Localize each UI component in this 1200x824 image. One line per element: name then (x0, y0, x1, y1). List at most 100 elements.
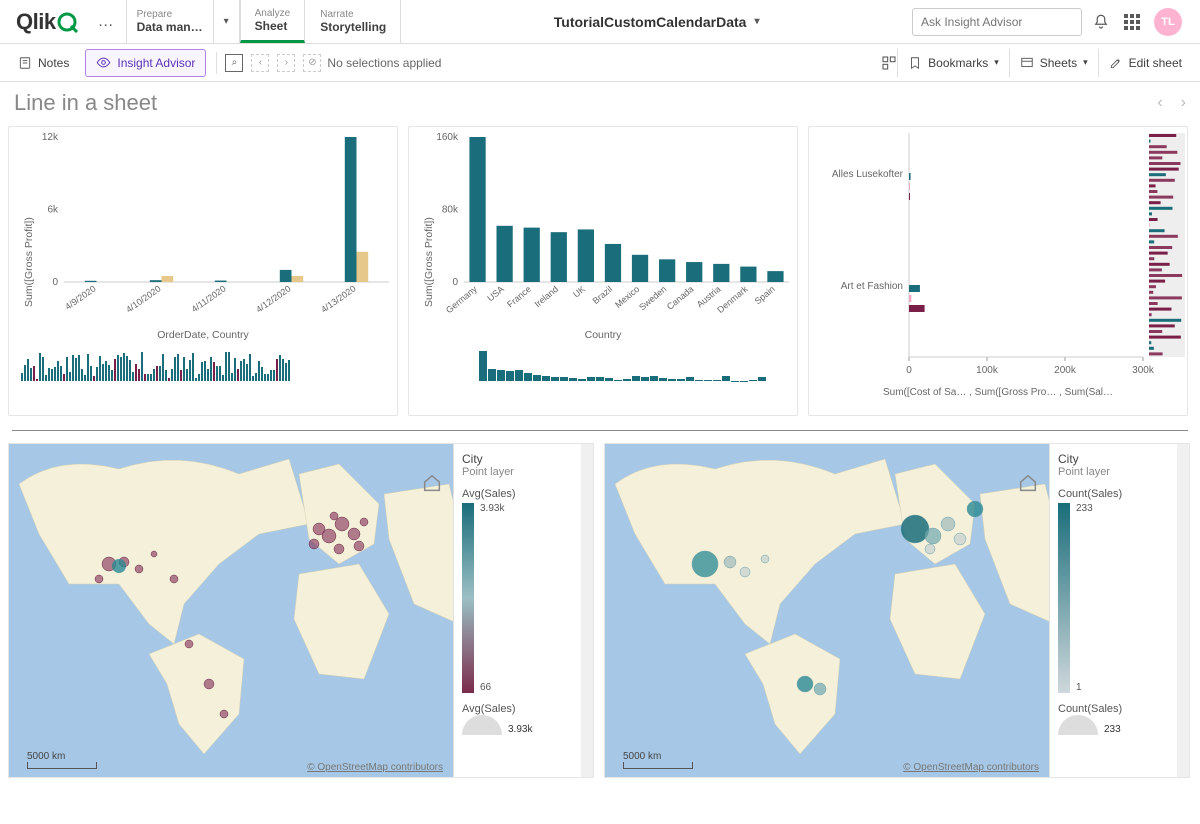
svg-text:12k: 12k (42, 132, 59, 143)
clear-all-icon[interactable]: ⊘ (303, 54, 321, 72)
svg-text:200k: 200k (1054, 365, 1077, 376)
svg-text:0: 0 (906, 365, 912, 376)
svg-text:6k: 6k (47, 205, 59, 216)
chart2-xlabel: Country (409, 327, 797, 345)
map-right-canvas[interactable] (605, 444, 1063, 778)
map-attribution[interactable]: © OpenStreetMap contributors (307, 762, 443, 773)
sheets-button[interactable]: Sheets ▾ (1009, 49, 1098, 77)
step-forward-icon[interactable]: › (277, 54, 295, 72)
divider (216, 52, 217, 74)
notes-icon (18, 56, 32, 70)
legend-measure: Count(Sales) (1058, 488, 1169, 500)
selection-bar: Notes Insight Advisor ⌕ ‹ › ⊘ No selecti… (0, 44, 1200, 82)
svg-text:100k: 100k (976, 365, 999, 376)
svg-text:160k: 160k (436, 132, 459, 143)
chart3-card[interactable]: 0 100k 200k 300k Alles Lusekofter Art et Fash… (808, 126, 1188, 416)
apps-icon[interactable] (1124, 14, 1140, 30)
chart2-plot[interactable]: 080k160kGermanyUSAFranceIrelandUKBrazilM… (409, 127, 799, 327)
svg-text:300k: 300k (1132, 365, 1155, 376)
svg-text:Germany: Germany (444, 284, 479, 316)
svg-text:Art et Fashion: Art et Fashion (841, 281, 903, 292)
home-icon[interactable] (1017, 472, 1039, 494)
map-right[interactable]: City Point layer Count(Sales) 233 1 Coun… (604, 443, 1190, 778)
svg-text:Ireland: Ireland (533, 284, 561, 309)
svg-text:Denmark: Denmark (715, 284, 750, 315)
dial-icon (1058, 715, 1098, 735)
notes-button[interactable]: Notes (8, 49, 79, 77)
search-input[interactable] (921, 15, 1076, 29)
svg-text:UK: UK (571, 284, 587, 300)
chevron-down-icon: ▾ (1083, 57, 1088, 68)
app-title[interactable]: TutorialCustomCalendarData ▾ (401, 14, 912, 30)
svg-text:80k: 80k (442, 205, 459, 216)
map-scale: 5000 km (27, 751, 97, 769)
gradient-bar (462, 503, 474, 693)
smart-search-icon[interactable]: ⌕ (225, 54, 243, 72)
svg-text:4/12/2020: 4/12/2020 (254, 283, 293, 314)
step-back-icon[interactable]: ‹ (251, 54, 269, 72)
legend-subtitle: Point layer (462, 466, 573, 478)
prev-sheet-button[interactable]: ‹ (1157, 94, 1162, 112)
notes-label: Notes (38, 56, 69, 70)
more-button[interactable]: … (86, 13, 126, 31)
sheets-icon (1020, 56, 1034, 70)
bookmarks-label: Bookmarks (928, 56, 988, 70)
edit-sheet-button[interactable]: Edit sheet (1098, 49, 1192, 77)
chart2-minimap[interactable] (479, 345, 787, 381)
insight-advisor-button[interactable]: Insight Advisor (85, 49, 206, 77)
separator (12, 430, 1188, 431)
chart1-minimap[interactable] (21, 345, 385, 381)
dial-value: 233 (1104, 724, 1121, 735)
nav-analyze-main: Sheet (255, 19, 291, 33)
pencil-icon (1109, 56, 1123, 70)
map-right-scrollbar[interactable] (1177, 444, 1189, 777)
svg-text:0: 0 (452, 277, 458, 288)
map-left-scrollbar[interactable] (581, 444, 593, 777)
chevron-down-icon: ▾ (754, 16, 759, 27)
gradient-bar (1058, 503, 1070, 693)
legend-title: City (1058, 452, 1169, 466)
edit-label: Edit sheet (1129, 56, 1182, 70)
no-selections-text: No selections applied (327, 56, 441, 70)
sheet-title: Line in a sheet (14, 90, 157, 116)
chart1-card[interactable]: Sum([Gross Profit]) 06k12k4/9/20204/10/2… (8, 126, 398, 416)
nav-prepare-chevron[interactable]: ▾ (213, 0, 239, 43)
svg-text:Canada: Canada (665, 284, 696, 312)
map-left-canvas[interactable] (9, 444, 467, 778)
logo[interactable]: Qlik (8, 9, 86, 35)
chart2-card[interactable]: Sum([Gross Profit]) 080k160kGermanyUSAFr… (408, 126, 798, 416)
nav-analyze[interactable]: Analyze Sheet (240, 0, 306, 43)
next-sheet-button[interactable]: › (1181, 94, 1186, 112)
svg-text:4/9/2020: 4/9/2020 (63, 283, 97, 311)
bookmarks-button[interactable]: Bookmarks ▾ (897, 49, 1009, 77)
chart3-plot[interactable]: 0 100k 200k 300k Alles Lusekofter Art et Fash… (809, 127, 1189, 385)
home-icon[interactable] (421, 472, 443, 494)
nav-prepare[interactable]: Prepare Data man… ▾ (126, 0, 240, 43)
svg-text:0: 0 (52, 277, 58, 288)
dial-value: 3.93k (508, 724, 532, 735)
app-title-text: TutorialCustomCalendarData (554, 14, 747, 30)
chart2-ylabel: Sum([Gross Profit]) (423, 217, 435, 307)
logo-text: Qlik (16, 9, 56, 35)
svg-text:4/13/2020: 4/13/2020 (319, 283, 358, 314)
svg-text:Spain: Spain (753, 284, 777, 306)
chart1-ylabel: Sum([Gross Profit]) (23, 217, 35, 307)
map-left-legend: City Point layer Avg(Sales) 3.93k 66 Avg… (453, 444, 581, 777)
svg-text:Alles Lusekofter: Alles Lusekofter (832, 169, 904, 180)
sheet-header: Line in a sheet ‹ › (0, 82, 1200, 124)
svg-text:Sweden: Sweden (637, 284, 668, 313)
map-left[interactable]: City Point layer Avg(Sales) 3.93k 66 Avg… (8, 443, 594, 778)
chart1-plot[interactable]: 06k12k4/9/20204/10/20204/11/20204/12/202… (9, 127, 399, 327)
nav-narrate-sub: Narrate (320, 9, 386, 20)
top-bar: Qlik … Prepare Data man… ▾ Analyze Sheet… (0, 0, 1200, 44)
selections-tool-icon[interactable] (881, 55, 897, 71)
svg-text:4/11/2020: 4/11/2020 (190, 283, 228, 314)
bell-icon[interactable] (1092, 13, 1110, 31)
insight-search[interactable] (912, 8, 1082, 36)
chart3-xlabel: Sum([Cost of Sa… , Sum([Gross Pro… , Sum… (809, 385, 1187, 402)
map-attribution[interactable]: © OpenStreetMap contributors (903, 762, 1039, 773)
dial-label: Avg(Sales) (462, 703, 573, 715)
avatar[interactable]: TL (1154, 8, 1182, 36)
bookmark-icon (908, 56, 922, 70)
nav-narrate[interactable]: Narrate Storytelling (305, 0, 401, 43)
